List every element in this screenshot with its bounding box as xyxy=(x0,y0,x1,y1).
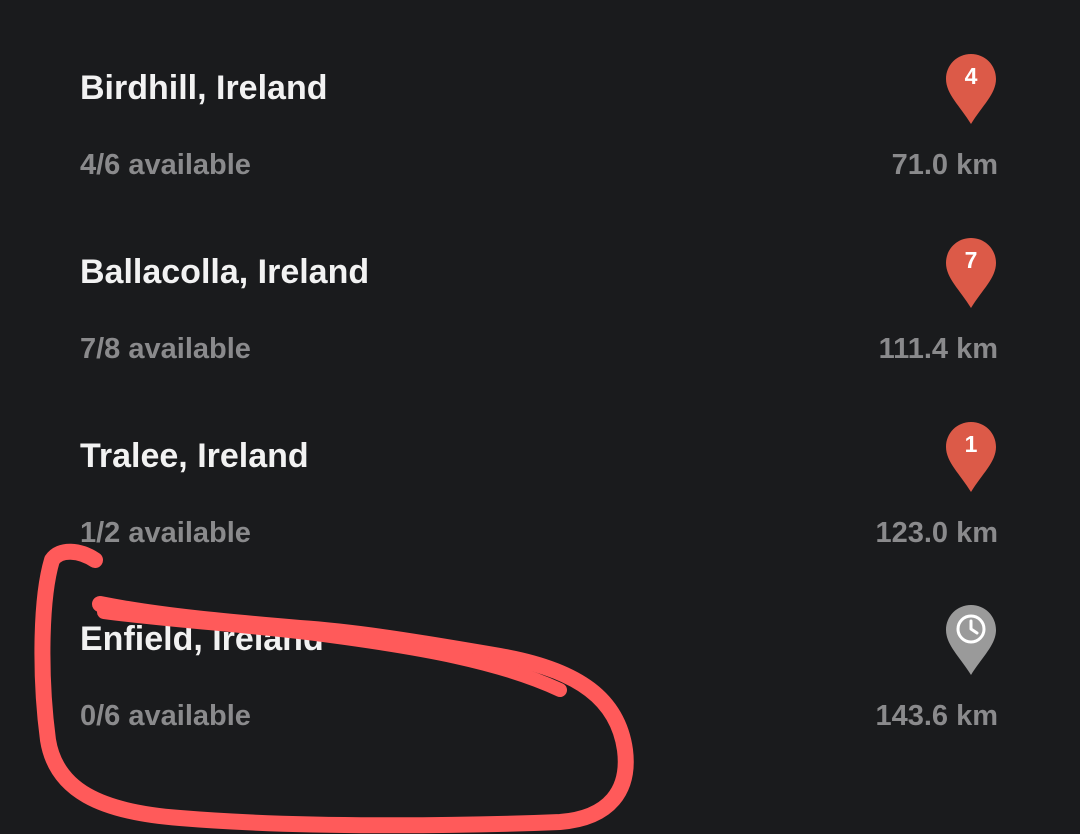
map-pin-icon: 4 xyxy=(946,54,996,124)
location-row-ballacolla[interactable]: Ballacolla, Ireland 7/8 available 111.4 … xyxy=(0,184,1080,368)
distance-text: 123.0 km xyxy=(875,517,998,549)
location-name: Enfield, Ireland xyxy=(80,620,324,658)
location-name: Tralee, Ireland xyxy=(80,437,309,475)
distance-text: 111.4 km xyxy=(878,333,998,365)
location-row-tralee[interactable]: Tralee, Ireland 1/2 available 123.0 km 1 xyxy=(0,368,1080,552)
pin-count: 4 xyxy=(964,63,978,89)
location-row-enfield[interactable]: Enfield, Ireland 0/6 available 143.6 km xyxy=(0,551,1080,735)
location-list: Birdhill, Ireland 4/6 available 71.0 km … xyxy=(0,0,1080,834)
location-row-birdhill[interactable]: Birdhill, Ireland 4/6 available 71.0 km … xyxy=(0,0,1080,184)
availability-text: 0/6 available xyxy=(80,700,251,732)
pin-count: 1 xyxy=(964,431,978,457)
map-pin-icon: 1 xyxy=(946,422,996,492)
availability-text: 1/2 available xyxy=(80,517,251,549)
location-name: Ballacolla, Ireland xyxy=(80,253,370,291)
clock-pin-icon xyxy=(946,605,996,675)
distance-text: 71.0 km xyxy=(891,149,998,181)
availability-text: 4/6 available xyxy=(80,149,251,181)
location-name: Birdhill, Ireland xyxy=(80,69,328,107)
pin-count: 7 xyxy=(964,247,978,273)
distance-text: 143.6 km xyxy=(875,700,998,732)
availability-text: 7/8 available xyxy=(80,333,251,365)
map-pin-icon: 7 xyxy=(946,238,996,308)
